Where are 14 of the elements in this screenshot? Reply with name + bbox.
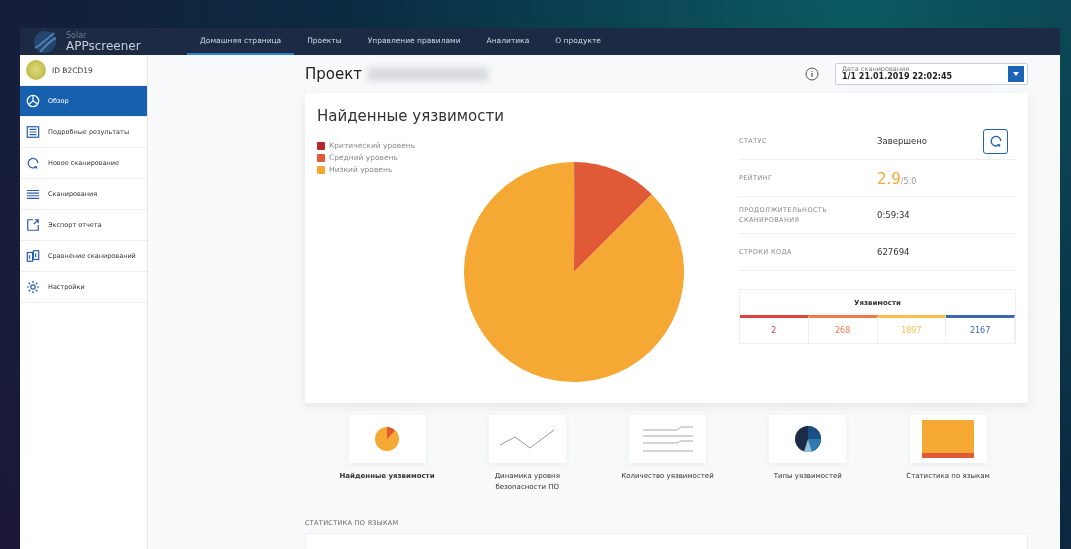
count-cell: 1897: [877, 315, 947, 343]
stat-value: 627694: [877, 247, 910, 257]
field-value: 1/1 21.01.2019 22:02:45: [842, 73, 954, 82]
count-cell: 268: [808, 315, 878, 343]
rating-scale: /5.0: [900, 176, 917, 186]
count-cell: 2: [740, 315, 809, 343]
card-title: Найденные уязвимости: [317, 107, 505, 125]
count-cell: 2167: [946, 315, 1015, 343]
stat-value: Завершено: [877, 136, 928, 146]
logo-text: Solar: [66, 31, 88, 40]
logo-text: APPscreener: [66, 39, 141, 52]
stat-value: 0:59:34: [877, 210, 910, 220]
rating-value: 2.9: [877, 169, 901, 188]
project-title: Проект: [305, 65, 362, 83]
